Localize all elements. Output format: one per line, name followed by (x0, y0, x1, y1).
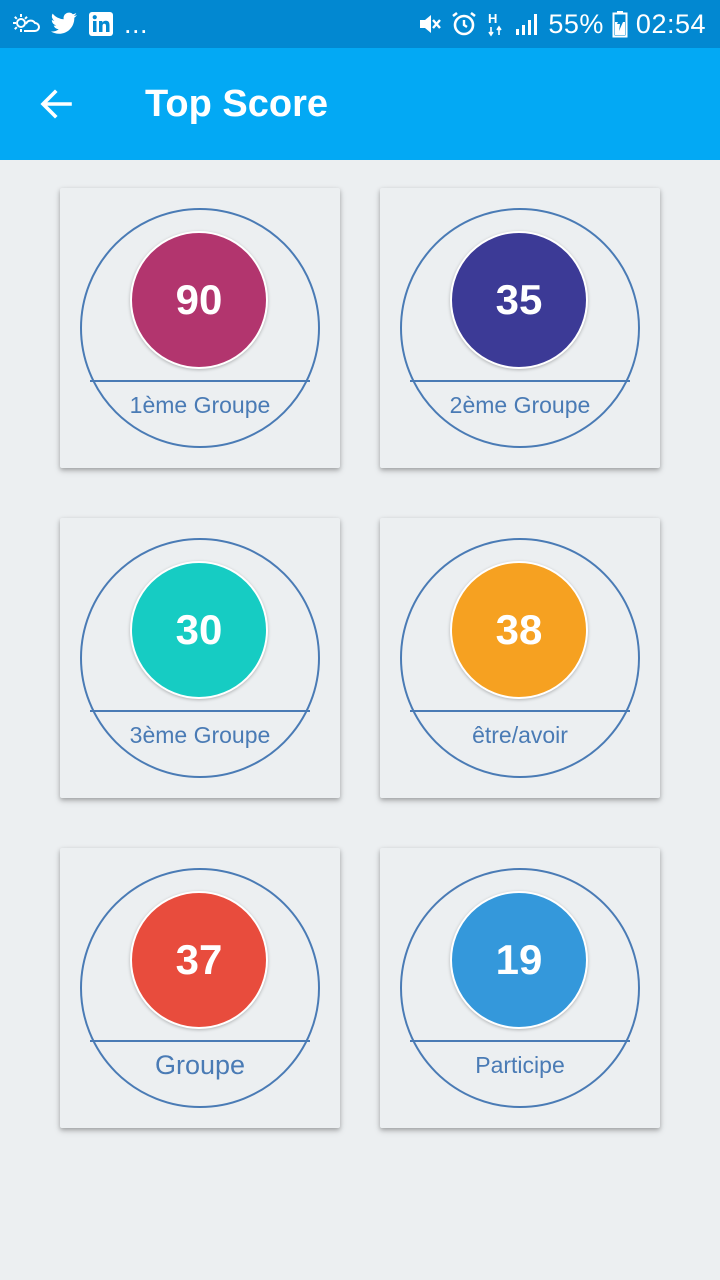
back-button[interactable] (24, 76, 88, 132)
score-badge: 90 (130, 231, 268, 369)
score-value: 19 (495, 936, 543, 983)
score-card-groupe[interactable]: 37 Groupe (60, 848, 340, 1128)
score-card-etre-avoir[interactable]: 38 être/avoir (380, 518, 660, 798)
network-type-icon: H (486, 10, 506, 38)
card-label: Participe (475, 1052, 565, 1078)
card-label: 2ème Groupe (449, 392, 591, 418)
arrow-left-icon (36, 84, 76, 124)
card-divider (90, 710, 310, 712)
battery-charging-icon (612, 10, 628, 38)
card-divider (90, 1040, 310, 1042)
card-label: être/avoir (472, 722, 568, 748)
twitter-icon (50, 12, 78, 36)
score-badge: 35 (450, 231, 588, 369)
status-bar: ... H 55% 02:54 (0, 0, 720, 48)
mute-icon (416, 11, 442, 37)
page-title: Top Score (145, 83, 328, 125)
status-bar-right: H 55% 02:54 (416, 0, 706, 48)
status-bar-left: ... (12, 0, 148, 48)
app-bar: Top Score (0, 48, 720, 160)
weather-icon (12, 12, 40, 36)
score-value: 35 (495, 276, 543, 323)
score-badge: 38 (450, 561, 588, 699)
score-value: 30 (175, 606, 223, 653)
card-divider (410, 710, 630, 712)
status-ellipsis: ... (124, 9, 149, 39)
card-divider (410, 380, 630, 382)
signal-icon (514, 11, 540, 37)
score-value: 38 (495, 606, 543, 653)
score-badge: 30 (130, 561, 268, 699)
score-value: 37 (175, 936, 223, 983)
status-time: 02:54 (635, 9, 706, 39)
score-card-3eme-groupe[interactable]: 30 3ème Groupe (60, 518, 340, 798)
score-card-1eme-groupe[interactable]: 90 1ème Groupe (60, 188, 340, 468)
score-value: 90 (175, 276, 223, 323)
linkedin-icon (88, 11, 114, 37)
score-badge: 19 (450, 891, 588, 1029)
battery-percent: 55% (548, 9, 604, 39)
score-card-2eme-groupe[interactable]: 35 2ème Groupe (380, 188, 660, 468)
card-label: 1ème Groupe (129, 392, 271, 418)
score-card-participe[interactable]: 19 Participe (380, 848, 660, 1128)
card-label: Groupe (154, 1050, 246, 1080)
score-badge: 37 (130, 891, 268, 1029)
card-label: 3ème Groupe (129, 722, 271, 748)
svg-text:H: H (488, 11, 497, 26)
card-divider (90, 380, 310, 382)
alarm-icon (450, 10, 478, 38)
card-divider (410, 1040, 630, 1042)
